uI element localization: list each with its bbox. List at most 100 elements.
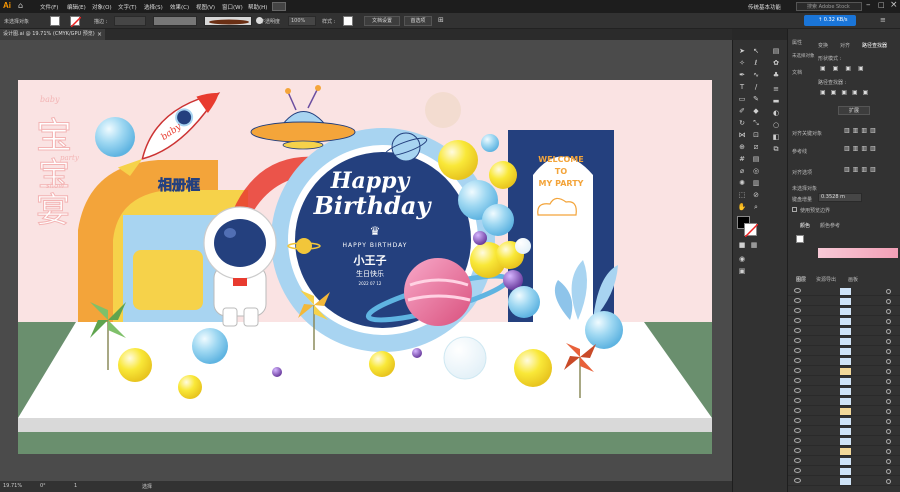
shape-mode-buttons[interactable]: ▣▣▣▣ (820, 65, 890, 74)
menu-window[interactable]: 窗口(W) (222, 3, 243, 11)
appearance-icon[interactable]: ○ (771, 120, 781, 130)
eye-icon[interactable] (794, 448, 801, 453)
symbol-sprayer-icon[interactable]: ✺ (737, 178, 747, 188)
eye-icon[interactable] (794, 408, 801, 413)
menu-object[interactable]: 对象(O) (92, 3, 112, 11)
close-icon[interactable]: × (890, 0, 898, 10)
graphic-style-swatch[interactable] (343, 16, 353, 26)
layer-row[interactable] (788, 367, 900, 376)
layer-row[interactable] (788, 327, 900, 336)
layer-row[interactable] (788, 307, 900, 316)
zoom-level[interactable]: 19.71% (3, 483, 22, 489)
search-field[interactable]: 搜索 Adobe Stock (796, 2, 862, 11)
tab-pathfinder[interactable]: 路径查找器 (862, 42, 887, 49)
type-tool-icon[interactable]: T (737, 82, 747, 92)
symbols-icon[interactable]: ♣ (771, 70, 781, 80)
target-icon[interactable] (886, 339, 891, 344)
direct-selection-tool-icon[interactable]: ↖ (751, 46, 761, 56)
color-mode-icon[interactable]: ■ (737, 240, 747, 250)
gradient-icon[interactable]: ▤ (751, 154, 761, 164)
layer-row[interactable] (788, 477, 900, 486)
arrange-icon[interactable]: ⊞ (438, 16, 444, 24)
tab-artboards[interactable]: 画板 (848, 276, 858, 283)
scale-icon[interactable]: ⤡ (751, 118, 761, 128)
eye-icon[interactable] (794, 478, 801, 483)
target-icon[interactable] (886, 389, 891, 394)
menu-effect[interactable]: 效果(C) (170, 3, 189, 11)
layer-row[interactable] (788, 467, 900, 476)
tab-color[interactable]: 颜色 (800, 222, 810, 229)
width-tool-icon[interactable]: ⋈ (737, 130, 747, 140)
layer-row[interactable] (788, 297, 900, 306)
target-icon[interactable] (886, 439, 891, 444)
layer-row[interactable] (788, 397, 900, 406)
zoom-tool-icon[interactable]: ⌕ (751, 202, 761, 212)
menu-edit[interactable]: 编辑(E) (67, 3, 86, 11)
menu-help[interactable]: 帮助(H) (248, 3, 267, 11)
transparency-icon[interactable]: ◐ (771, 108, 781, 118)
tab-transform[interactable]: 变换 (818, 42, 828, 49)
menu-select[interactable]: 选择(S) (144, 3, 163, 11)
stroke-swatch[interactable] (70, 16, 82, 28)
layers-icon[interactable]: ⧉ (771, 144, 781, 154)
stroke-color-box[interactable] (744, 223, 759, 238)
magic-wand-icon[interactable]: ✧ (737, 58, 747, 68)
target-icon[interactable] (886, 369, 891, 374)
target-icon[interactable] (886, 359, 891, 364)
layer-row[interactable] (788, 337, 900, 346)
artboard-tool-icon[interactable]: ⬚ (737, 190, 747, 200)
target-icon[interactable] (886, 429, 891, 434)
rectangle-tool-icon[interactable]: ▭ (737, 94, 747, 104)
layer-row[interactable] (788, 427, 900, 436)
shape-builder-icon[interactable]: ⊕ (737, 142, 747, 152)
tab-layers[interactable]: 图层 (796, 276, 806, 283)
eye-icon[interactable] (794, 418, 801, 423)
eye-icon[interactable] (794, 348, 801, 353)
layer-row[interactable] (788, 287, 900, 296)
menu-type[interactable]: 文字(T) (118, 3, 137, 11)
eye-icon[interactable] (794, 288, 801, 293)
bridge-icon[interactable] (272, 2, 286, 11)
perspective-icon[interactable]: ⧄ (751, 142, 761, 152)
paintbrush-icon[interactable]: ✎ (751, 94, 761, 104)
target-icon[interactable] (886, 299, 891, 304)
align-buttons-row-3[interactable]: ▥▥▥▥ (844, 166, 900, 175)
eye-icon[interactable] (794, 318, 801, 323)
graphic-styles-icon[interactable]: ◧ (771, 132, 781, 142)
layer-row[interactable] (788, 407, 900, 416)
stroke-weight-field[interactable] (114, 16, 146, 26)
layer-row[interactable] (788, 417, 900, 426)
screen-mode-icon[interactable]: ▣ (737, 266, 747, 276)
variable-width-field[interactable] (153, 16, 197, 26)
tab-color-guide[interactable]: 颜色参考 (820, 222, 840, 229)
workspace-switcher[interactable]: 传统基本功能 (748, 3, 781, 11)
eye-icon[interactable] (794, 358, 801, 363)
tab-properties[interactable]: 属性 (792, 39, 802, 46)
keyboard-increment-field[interactable]: 0.3528 m (818, 193, 862, 202)
eye-icon[interactable] (794, 438, 801, 443)
layer-row[interactable] (788, 447, 900, 456)
fill-swatch[interactable] (50, 16, 60, 26)
graph-icon[interactable]: ▥ (751, 178, 761, 188)
target-icon[interactable] (886, 349, 891, 354)
menu-view[interactable]: 视图(V) (196, 3, 215, 11)
target-icon[interactable] (886, 469, 891, 474)
eye-icon[interactable] (794, 388, 801, 393)
shaper-icon[interactable]: ✐ (737, 106, 747, 116)
tab-align[interactable]: 对齐 (840, 42, 850, 49)
target-icon[interactable] (886, 319, 891, 324)
draw-mode-icon[interactable]: ◉ (737, 254, 747, 264)
eye-icon[interactable] (794, 378, 801, 383)
free-transform-icon[interactable]: ⊡ (751, 130, 761, 140)
tab-close-icon[interactable]: × (97, 29, 102, 40)
layer-row[interactable] (788, 377, 900, 386)
gradient-mode-icon[interactable]: ▦ (749, 240, 759, 250)
preview-bounds-checkbox[interactable] (792, 207, 797, 212)
eye-icon[interactable] (794, 308, 801, 313)
blend-icon[interactable]: ◎ (751, 166, 761, 176)
hand-tool-icon[interactable]: ✋ (737, 202, 747, 212)
gradient-panel-icon[interactable]: ▬ (771, 96, 781, 106)
target-icon[interactable] (886, 449, 891, 454)
tab-asset-export[interactable]: 资源导出 (816, 276, 836, 283)
document-setup-button[interactable]: 文档设置 (364, 16, 400, 26)
